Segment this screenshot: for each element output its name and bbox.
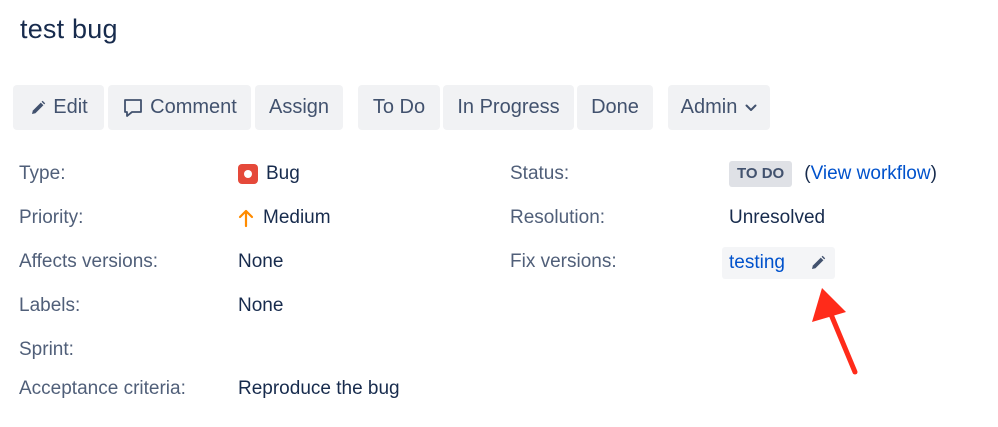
status-value: TO DO ( View workflow ) bbox=[729, 160, 937, 188]
assign-button[interactable]: Assign bbox=[255, 85, 343, 130]
status-label: Status: bbox=[510, 163, 570, 184]
edit-button[interactable]: Edit bbox=[13, 85, 104, 130]
done-transition-button[interactable]: Done bbox=[577, 85, 653, 130]
labels-label: Labels: bbox=[19, 295, 81, 316]
sprint-label: Sprint: bbox=[19, 339, 74, 360]
arrow-up-icon bbox=[238, 208, 254, 228]
admin-label: Admin bbox=[680, 96, 738, 118]
assign-label: Assign bbox=[268, 96, 330, 118]
todo-transition-button[interactable]: To Do bbox=[358, 85, 440, 130]
type-value: Bug bbox=[238, 162, 300, 186]
resolution-label: Resolution: bbox=[510, 207, 606, 228]
issue-view: test bug Edit Comment Assign To Do In Pr… bbox=[0, 0, 998, 427]
status-lozenge: TO DO bbox=[729, 161, 793, 187]
in-progress-label: In Progress bbox=[457, 96, 560, 118]
labels-value: None bbox=[238, 295, 284, 316]
issue-title: test bug bbox=[20, 14, 118, 44]
type-label: Type: bbox=[19, 163, 66, 184]
edit-label: Edit bbox=[53, 96, 88, 118]
pencil-icon[interactable] bbox=[809, 254, 827, 272]
priority-label: Priority: bbox=[19, 207, 84, 228]
pencil-icon bbox=[29, 99, 47, 117]
done-label: Done bbox=[591, 96, 639, 118]
bug-icon bbox=[238, 164, 258, 184]
priority-value-text: Medium bbox=[263, 207, 331, 228]
resolution-value: Unresolved bbox=[729, 207, 826, 228]
fix-versions-label: Fix versions: bbox=[510, 251, 617, 272]
issue-toolbar: Edit Comment Assign To Do In Progress Do… bbox=[0, 85, 998, 130]
type-value-text: Bug bbox=[266, 163, 300, 184]
annotation-arrow-icon bbox=[800, 282, 870, 387]
todo-label: To Do bbox=[372, 96, 426, 118]
comment-label: Comment bbox=[150, 96, 237, 118]
comment-button[interactable]: Comment bbox=[108, 85, 251, 130]
acceptance-criteria-label: Acceptance criteria: bbox=[19, 378, 186, 399]
view-workflow-link[interactable]: View workflow bbox=[811, 162, 931, 186]
priority-value: Medium bbox=[238, 206, 331, 230]
admin-dropdown-button[interactable]: Admin bbox=[668, 85, 770, 130]
fix-version-link[interactable]: testing bbox=[729, 252, 785, 274]
comment-icon bbox=[122, 97, 144, 119]
affects-versions-label: Affects versions: bbox=[19, 251, 159, 272]
affects-versions-value: None bbox=[238, 251, 284, 272]
chevron-down-icon bbox=[745, 104, 757, 112]
view-workflow-close-paren: ) bbox=[930, 163, 937, 184]
acceptance-criteria-value: Reproduce the bug bbox=[238, 378, 400, 399]
fix-versions-field[interactable]: testing bbox=[722, 247, 835, 279]
in-progress-transition-button[interactable]: In Progress bbox=[443, 85, 574, 130]
